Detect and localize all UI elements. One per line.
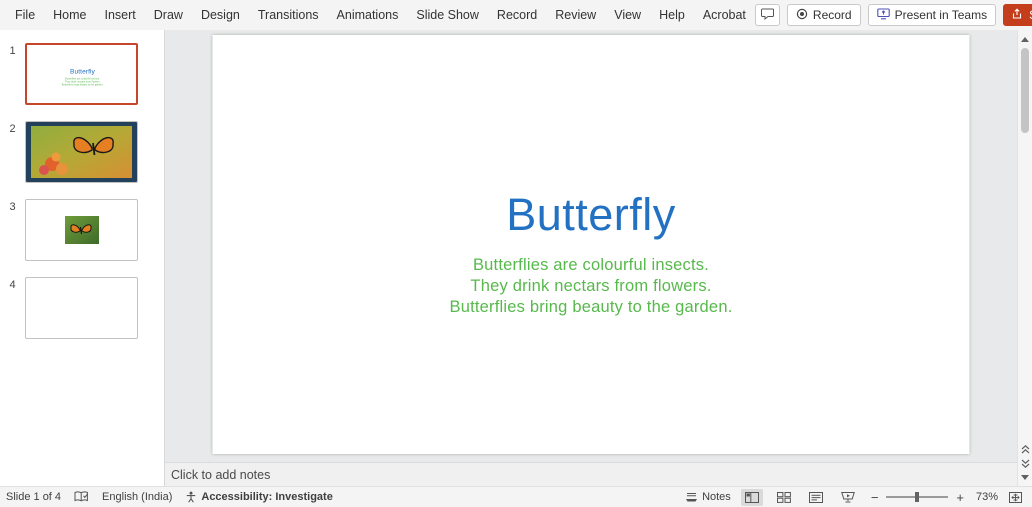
thumbnail-row-4: 4 bbox=[0, 277, 164, 339]
reading-view-button[interactable] bbox=[805, 489, 827, 506]
zoom-out-button[interactable]: − bbox=[869, 490, 881, 505]
butterfly-photo-thumbnail bbox=[26, 122, 137, 182]
normal-view-button[interactable] bbox=[740, 488, 763, 506]
share-button[interactable]: Share ▾ bbox=[1003, 4, 1032, 26]
mini-slide-body: Butterflies are colourful insects. They … bbox=[27, 77, 136, 87]
present-in-teams-label: Present in Teams bbox=[894, 8, 988, 22]
tab-file[interactable]: File bbox=[6, 2, 44, 28]
thumbnail-row-2: 2 bbox=[0, 121, 164, 183]
record-button-label: Record bbox=[812, 8, 852, 22]
tab-transitions[interactable]: Transitions bbox=[249, 2, 328, 28]
slide-number-4: 4 bbox=[9, 279, 16, 291]
zoom-slider[interactable] bbox=[886, 492, 949, 502]
status-right: Notes − + 73% bbox=[685, 488, 1026, 506]
slide-workspace: Butterfly Butterflies are colourful inse… bbox=[165, 30, 1017, 462]
next-slide-button[interactable] bbox=[1018, 456, 1032, 470]
slide-show-icon bbox=[840, 491, 855, 502]
tab-record[interactable]: Record bbox=[488, 2, 546, 28]
mini-body-line: Butterflies bring beauty to the garden. bbox=[61, 83, 104, 87]
slide-show-button[interactable] bbox=[837, 489, 859, 506]
slide-thumbnail-2[interactable] bbox=[25, 121, 138, 183]
menu-tabs: File Home Insert Draw Design Transitions… bbox=[6, 2, 755, 28]
main-content: 1 Butterfly Butterflies are colourful in… bbox=[0, 30, 1032, 486]
tab-home[interactable]: Home bbox=[44, 2, 95, 28]
zoom-in-button[interactable]: + bbox=[954, 490, 966, 505]
tab-view[interactable]: View bbox=[605, 2, 650, 28]
slide-indicator: Slide 1 of 4 bbox=[6, 491, 62, 503]
tab-draw[interactable]: Draw bbox=[145, 2, 192, 28]
slide-thumbnail-3[interactable] bbox=[25, 199, 138, 261]
accessibility-person-icon bbox=[187, 491, 196, 503]
top-right-actions: Record Present in Teams Share ▾ bbox=[754, 4, 1032, 26]
language-button[interactable]: English (India) bbox=[102, 491, 172, 503]
slide-thumbnail-panel: 1 Butterfly Butterflies are colourful in… bbox=[0, 30, 165, 486]
accessibility-label: Accessibility: Investigate bbox=[201, 491, 333, 503]
body-line: Butterflies bring beauty to the garden. bbox=[449, 297, 733, 316]
vertical-scrollbar bbox=[1017, 30, 1032, 486]
scroll-down-arrow[interactable] bbox=[1018, 470, 1032, 484]
tab-insert[interactable]: Insert bbox=[96, 2, 145, 28]
comment-icon bbox=[760, 8, 774, 23]
zoom-controls: − + 73% bbox=[869, 489, 1026, 506]
slide-body-textbox[interactable]: Butterflies are colourful insects. They … bbox=[213, 255, 970, 317]
tab-help[interactable]: Help bbox=[650, 2, 694, 28]
notes-icon bbox=[686, 493, 698, 502]
notes-toggle-label: Notes bbox=[702, 491, 731, 503]
powerpoint-window: File Home Insert Draw Design Transitions… bbox=[0, 0, 1032, 507]
thumbnail-row-1: 1 Butterfly Butterflies are colourful in… bbox=[0, 43, 164, 105]
mini-slide-title: Butterfly bbox=[70, 67, 95, 76]
record-icon bbox=[796, 8, 808, 23]
notes-toggle-button[interactable]: Notes bbox=[685, 491, 731, 503]
body-line: They drink nectars from flowers. bbox=[470, 276, 712, 295]
zoom-slider-thumb[interactable] bbox=[914, 492, 919, 502]
body-line: Butterflies are colourful insects. bbox=[472, 256, 710, 274]
thumbnail-row-3: 3 bbox=[0, 199, 164, 261]
spellcheck-book-icon bbox=[74, 491, 89, 502]
slide-sorter-icon bbox=[776, 491, 791, 503]
tab-review[interactable]: Review bbox=[546, 2, 605, 28]
mini-slide-1: Butterfly Butterflies are colourful inse… bbox=[27, 45, 136, 103]
normal-view-icon bbox=[744, 491, 759, 503]
accessibility-button[interactable]: Accessibility: Investigate bbox=[185, 491, 333, 503]
zoom-level[interactable]: 73% bbox=[972, 491, 998, 503]
teams-monitor-icon bbox=[876, 7, 890, 23]
slide-canvas[interactable]: Butterfly Butterflies are colourful inse… bbox=[212, 35, 970, 454]
record-button[interactable]: Record bbox=[786, 4, 861, 26]
notes-pane[interactable]: Click to add notes bbox=[165, 462, 1017, 486]
reading-view-icon bbox=[808, 491, 823, 503]
tab-slide-show[interactable]: Slide Show bbox=[407, 2, 488, 28]
fit-to-window-icon bbox=[1008, 491, 1022, 503]
spell-check-button[interactable] bbox=[74, 491, 89, 503]
ribbon-tab-bar: File Home Insert Draw Design Transitions… bbox=[0, 0, 1032, 30]
small-butterfly-image bbox=[64, 216, 99, 244]
present-in-teams-button[interactable]: Present in Teams bbox=[867, 4, 997, 26]
status-bar: Slide 1 of 4 English (India) Accessibili… bbox=[0, 486, 1032, 507]
slide-1-preview: Butterfly Butterflies are colourful inse… bbox=[27, 45, 136, 103]
comments-button[interactable] bbox=[754, 4, 780, 26]
share-icon bbox=[1011, 8, 1023, 23]
tab-animations[interactable]: Animations bbox=[328, 2, 408, 28]
slide-number-1: 1 bbox=[9, 45, 16, 57]
scrollbar-thumb[interactable] bbox=[1021, 48, 1029, 133]
scroll-up-arrow[interactable] bbox=[1018, 32, 1032, 46]
slide-thumbnail-4[interactable] bbox=[25, 277, 138, 339]
slide-number-2: 2 bbox=[9, 123, 16, 135]
previous-slide-button[interactable] bbox=[1018, 442, 1032, 456]
status-left: Slide 1 of 4 English (India) Accessibili… bbox=[6, 491, 333, 503]
fit-slide-to-window-button[interactable] bbox=[1004, 489, 1026, 506]
slide-editor: Butterfly Butterflies are colourful inse… bbox=[165, 30, 1017, 486]
slide-sorter-view-button[interactable] bbox=[773, 489, 795, 506]
tab-design[interactable]: Design bbox=[192, 2, 249, 28]
notes-placeholder: Click to add notes bbox=[171, 467, 271, 482]
tab-acrobat[interactable]: Acrobat bbox=[694, 2, 755, 28]
slide-thumbnail-1[interactable]: Butterfly Butterflies are colourful inse… bbox=[25, 43, 138, 105]
slide-number-3: 3 bbox=[9, 201, 16, 213]
slide-title-textbox[interactable]: Butterfly bbox=[213, 192, 970, 237]
